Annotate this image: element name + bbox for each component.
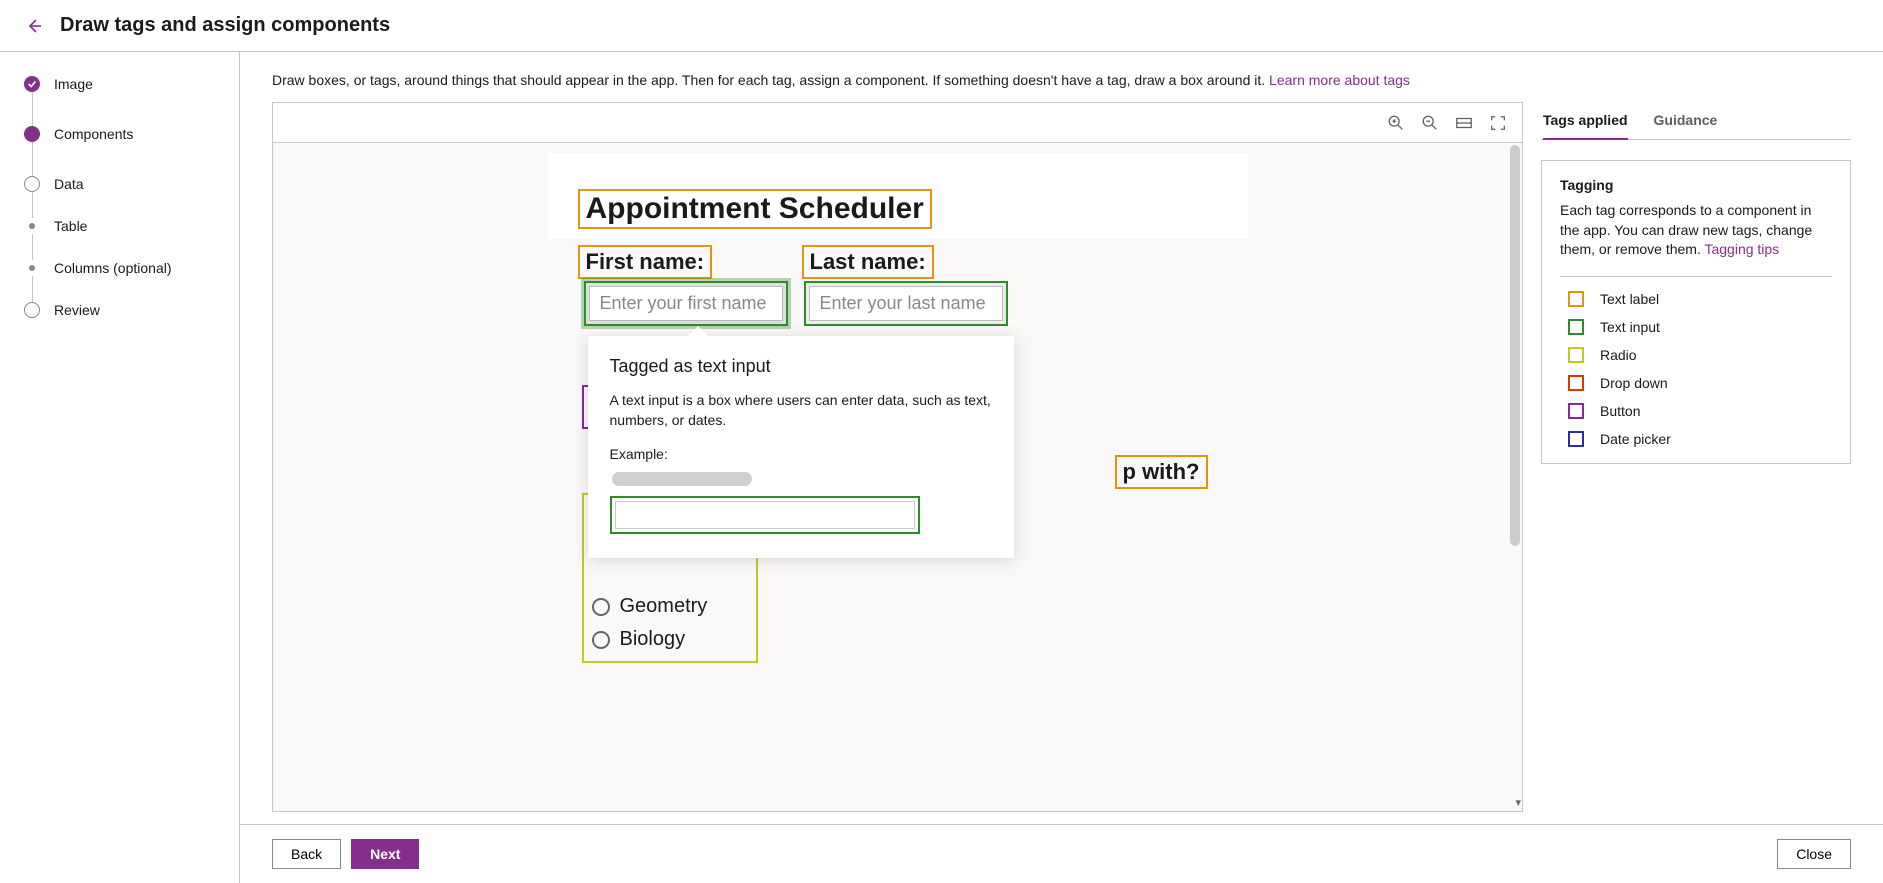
placeholder-text: Enter your first name xyxy=(589,286,783,321)
tag-lastname-input[interactable]: Enter your last name xyxy=(804,281,1008,326)
example-label-placeholder xyxy=(612,472,752,486)
legend-date-picker: Date picker xyxy=(1560,431,1832,447)
side-panel: Tags applied Guidance Tagging Each tag c… xyxy=(1541,102,1851,812)
page-title: Draw tags and assign components xyxy=(60,14,390,37)
tag-firstname-label[interactable]: First name: xyxy=(578,245,713,279)
legend-label: Text label xyxy=(1600,291,1659,307)
step-image[interactable]: Image xyxy=(24,76,231,92)
radio-option[interactable]: Geometry xyxy=(592,595,748,618)
step-connector xyxy=(32,234,33,260)
step-components[interactable]: Components xyxy=(24,126,231,142)
zoom-in-icon[interactable] xyxy=(1386,113,1406,133)
canvas-toolbar xyxy=(273,103,1522,143)
swatch-icon xyxy=(1568,431,1584,447)
step-label: Columns (optional) xyxy=(54,260,172,276)
main-panel: Draw boxes, or tags, around things that … xyxy=(240,52,1883,883)
legend-text-input: Text input xyxy=(1560,319,1832,335)
tagging-help-card: Tagging Each tag corresponds to a compon… xyxy=(1541,160,1851,464)
radio-label: Biology xyxy=(620,628,686,651)
step-data[interactable]: Data xyxy=(24,176,231,192)
label-text: First name: xyxy=(586,249,705,274)
step-subnode xyxy=(29,265,35,271)
step-review[interactable]: Review xyxy=(24,302,231,318)
swatch-icon xyxy=(1568,291,1584,307)
swatch-icon xyxy=(1568,347,1584,363)
next-button[interactable]: Next xyxy=(351,839,419,869)
back-button[interactable]: Back xyxy=(272,839,341,869)
zoom-out-icon[interactable] xyxy=(1420,113,1440,133)
callout-example-label: Example: xyxy=(610,446,992,462)
canvas-scrollbar[interactable] xyxy=(1510,145,1520,546)
step-label: Table xyxy=(54,218,87,234)
swatch-icon xyxy=(1568,403,1584,419)
legend-label: Radio xyxy=(1600,347,1637,363)
placeholder-text: Enter your last name xyxy=(809,286,1003,321)
step-connector xyxy=(32,142,33,176)
tag-firstname-input[interactable]: Enter your first name xyxy=(584,281,788,326)
card-title: Tagging xyxy=(1560,177,1832,193)
step-connector xyxy=(32,92,33,126)
tag-heading[interactable]: Appointment Scheduler xyxy=(578,189,932,229)
example-text-input-inner xyxy=(615,501,915,529)
tab-guidance[interactable]: Guidance xyxy=(1654,102,1718,139)
learn-more-link[interactable]: Learn more about tags xyxy=(1269,72,1410,88)
preview-heading-text: Appointment Scheduler xyxy=(586,191,924,227)
canvas-viewport[interactable]: ▾ Appointment Scheduler First name: xyxy=(273,143,1522,811)
legend-radio: Radio xyxy=(1560,347,1832,363)
back-arrow-icon[interactable] xyxy=(24,16,44,36)
instruction-text: Draw boxes, or tags, around things that … xyxy=(272,72,1851,88)
step-table[interactable]: Table xyxy=(24,218,231,234)
step-node-current xyxy=(24,126,40,142)
step-node xyxy=(24,302,40,318)
swatch-icon xyxy=(1568,375,1584,391)
canvas-frame: ▾ Appointment Scheduler First name: xyxy=(272,102,1523,812)
workspace: ▾ Appointment Scheduler First name: xyxy=(272,102,1851,812)
step-connector xyxy=(32,276,33,302)
legend-label: Date picker xyxy=(1600,431,1671,447)
instruction-body: Draw boxes, or tags, around things that … xyxy=(272,72,1269,88)
fit-screen-icon[interactable] xyxy=(1488,113,1508,133)
header-bar: Draw tags and assign components xyxy=(0,0,1883,52)
legend-text-label: Text label xyxy=(1560,291,1832,307)
swatch-icon xyxy=(1568,319,1584,335)
scroll-down-icon[interactable]: ▾ xyxy=(1515,796,1521,809)
close-button[interactable]: Close xyxy=(1777,839,1851,869)
radio-icon xyxy=(592,598,610,616)
side-tabs: Tags applied Guidance xyxy=(1541,102,1851,140)
tag-lastname-label[interactable]: Last name: xyxy=(802,245,934,279)
legend-button: Button xyxy=(1560,403,1832,419)
label-text: p with? xyxy=(1123,459,1200,484)
step-node xyxy=(24,176,40,192)
callout-title: Tagged as text input xyxy=(610,356,992,377)
step-columns[interactable]: Columns (optional) xyxy=(24,260,231,276)
tagging-tips-link[interactable]: Tagging tips xyxy=(1704,241,1779,257)
tag-question-label[interactable]: p with? xyxy=(1115,455,1208,489)
step-label: Review xyxy=(54,302,100,318)
fit-width-icon[interactable] xyxy=(1454,113,1474,133)
callout-description: A text input is a box where users can en… xyxy=(610,391,992,430)
step-label: Data xyxy=(54,176,84,192)
legend-label: Button xyxy=(1600,403,1640,419)
legend-drop-down: Drop down xyxy=(1560,375,1832,391)
radio-icon xyxy=(592,631,610,649)
step-connector xyxy=(32,192,33,218)
example-text-input-tag xyxy=(610,496,920,534)
step-label: Components xyxy=(54,126,133,142)
legend-label: Drop down xyxy=(1600,375,1668,391)
callout-tooltip: Tagged as text input A text input is a b… xyxy=(588,336,1014,558)
tab-tags-applied[interactable]: Tags applied xyxy=(1543,102,1628,140)
legend-label: Text input xyxy=(1600,319,1660,335)
body: Image Components Data Table Columns (opt… xyxy=(0,52,1883,883)
footer-bar: Back Next Close xyxy=(240,824,1883,883)
left-step-nav: Image Components Data Table Columns (opt… xyxy=(0,52,240,883)
check-icon xyxy=(24,76,40,92)
step-label: Image xyxy=(54,76,93,92)
label-text: Last name: xyxy=(810,249,926,274)
radio-option[interactable]: Biology xyxy=(592,628,748,651)
radio-label: Geometry xyxy=(620,595,708,618)
preview-sheet: Appointment Scheduler First name: Last n… xyxy=(548,153,1248,239)
step-subnode xyxy=(29,223,35,229)
tag-legend: Text label Text input Radio xyxy=(1560,276,1832,447)
